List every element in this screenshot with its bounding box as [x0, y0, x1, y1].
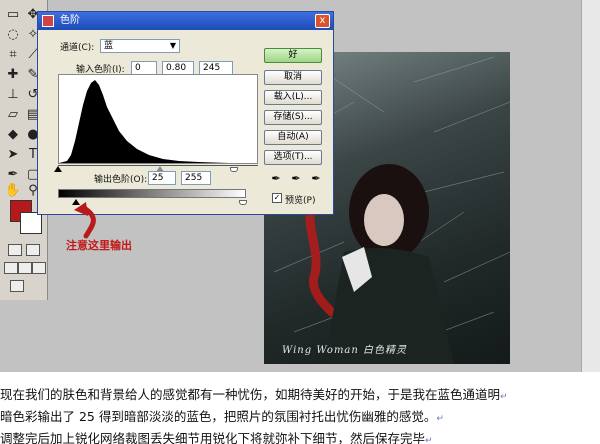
- screen-mode-3-icon[interactable]: [32, 262, 46, 274]
- preview-label: 预览(P): [285, 196, 316, 206]
- input-black-field[interactable]: 0: [131, 61, 157, 75]
- healing-brush-icon[interactable]: ✚: [4, 66, 22, 84]
- document-scroll-strip[interactable]: [581, 0, 600, 372]
- photo-caption: Wing Woman 白色精灵: [282, 345, 408, 356]
- dialog-titlebar[interactable]: 色阶 x: [38, 12, 333, 30]
- input-black-slider[interactable]: [54, 166, 62, 172]
- blur-tool-icon[interactable]: ◆: [4, 126, 22, 144]
- article-line-3: 调整完后加上锐化网络裁图丢失细节用锐化下将就弥补下细节，然后保存完毕↵: [0, 429, 600, 444]
- output-gradient-bar: [58, 189, 246, 198]
- histogram: [58, 74, 258, 164]
- histogram-graph: [59, 80, 257, 163]
- white-eyedropper-icon[interactable]: ✒: [310, 172, 322, 186]
- lasso-tool-icon[interactable]: ◌: [4, 26, 22, 44]
- article-line-3-text: 调整完后加上锐化网络裁图丢失细节用锐化下将就弥补下细节，然后保存完毕: [0, 431, 426, 444]
- annotation-arrow-icon: [74, 202, 96, 239]
- channel-label: 通道(C):: [60, 43, 95, 53]
- gray-eyedropper-icon[interactable]: ✒: [290, 172, 302, 186]
- levels-dialog: 色阶 x 通道(C): 蓝 ▼ 输入色阶(I): 0 0.80 245 输出色阶…: [37, 11, 334, 215]
- app-icon: [42, 15, 54, 27]
- close-icon[interactable]: x: [315, 14, 330, 28]
- article-line-1: 现在我们的肤色和背景给人的感觉都有一种忧伤，如期待美好的开始，于是我在蓝色通道明…: [0, 385, 600, 407]
- paragraph-mark: ↵: [500, 392, 508, 402]
- preview-checkbox[interactable]: ✓: [272, 193, 282, 203]
- input-white-slider[interactable]: [230, 167, 238, 172]
- crop-tool-icon[interactable]: ⌗: [4, 46, 22, 64]
- load-button[interactable]: 载入(L)...: [264, 90, 322, 105]
- paragraph-mark: ↵: [425, 436, 433, 444]
- output-black-field[interactable]: 25: [148, 171, 176, 185]
- ok-button[interactable]: 好: [264, 48, 322, 63]
- dialog-title: 色阶: [60, 15, 80, 26]
- clone-stamp-icon[interactable]: ⊥: [4, 86, 22, 104]
- article-body: 现在我们的肤色和背景给人的感觉都有一种忧伤，如期待美好的开始，于是我在蓝色通道明…: [0, 385, 600, 444]
- save-button[interactable]: 存储(S)...: [264, 110, 322, 125]
- output-levels-label: 输出色阶(O):: [94, 175, 148, 185]
- screen-mode-1-icon[interactable]: [4, 262, 18, 274]
- options-button[interactable]: 选项(T)...: [264, 150, 322, 165]
- black-eyedropper-icon[interactable]: ✒: [270, 172, 282, 186]
- quick-mask-icon[interactable]: [26, 244, 40, 256]
- eraser-tool-icon[interactable]: ▱: [4, 106, 22, 124]
- input-white-field[interactable]: 245: [199, 61, 233, 75]
- input-gamma-field[interactable]: 0.80: [162, 61, 194, 75]
- hand-tool-icon[interactable]: ✋: [4, 182, 22, 200]
- annotation-note: 注意这里输出: [66, 239, 132, 252]
- output-white-slider[interactable]: [239, 200, 247, 205]
- chevron-down-icon: ▼: [169, 41, 176, 50]
- standard-mode-icon[interactable]: [8, 244, 22, 256]
- paragraph-mark: ↵: [436, 414, 444, 424]
- auto-button[interactable]: 自动(A): [264, 130, 322, 145]
- background-color-swatch[interactable]: [20, 212, 42, 234]
- marquee-tool-icon[interactable]: ▭: [4, 6, 22, 24]
- article-line-1-text: 现在我们的肤色和背景给人的感觉都有一种忧伤，如期待美好的开始，于是我在蓝色通道明: [0, 387, 501, 402]
- article-line-2: 暗色彩输出了 25 得到暗部淡淡的蓝色，把照片的氛围衬托出忧伤幽雅的感觉。↵: [0, 407, 600, 429]
- cancel-button[interactable]: 取消: [264, 70, 322, 85]
- screen-mode-2-icon[interactable]: [18, 262, 32, 274]
- channel-select-value: 蓝: [104, 41, 114, 51]
- channel-select[interactable]: 蓝 ▼: [100, 39, 180, 53]
- jump-to-imageready-icon[interactable]: [10, 280, 24, 292]
- article-line-2-text: 暗色彩输出了 25 得到暗部淡淡的蓝色，把照片的氛围衬托出忧伤幽雅的感觉。: [0, 409, 437, 424]
- path-select-icon[interactable]: ➤: [4, 146, 22, 164]
- output-white-field[interactable]: 255: [181, 171, 211, 185]
